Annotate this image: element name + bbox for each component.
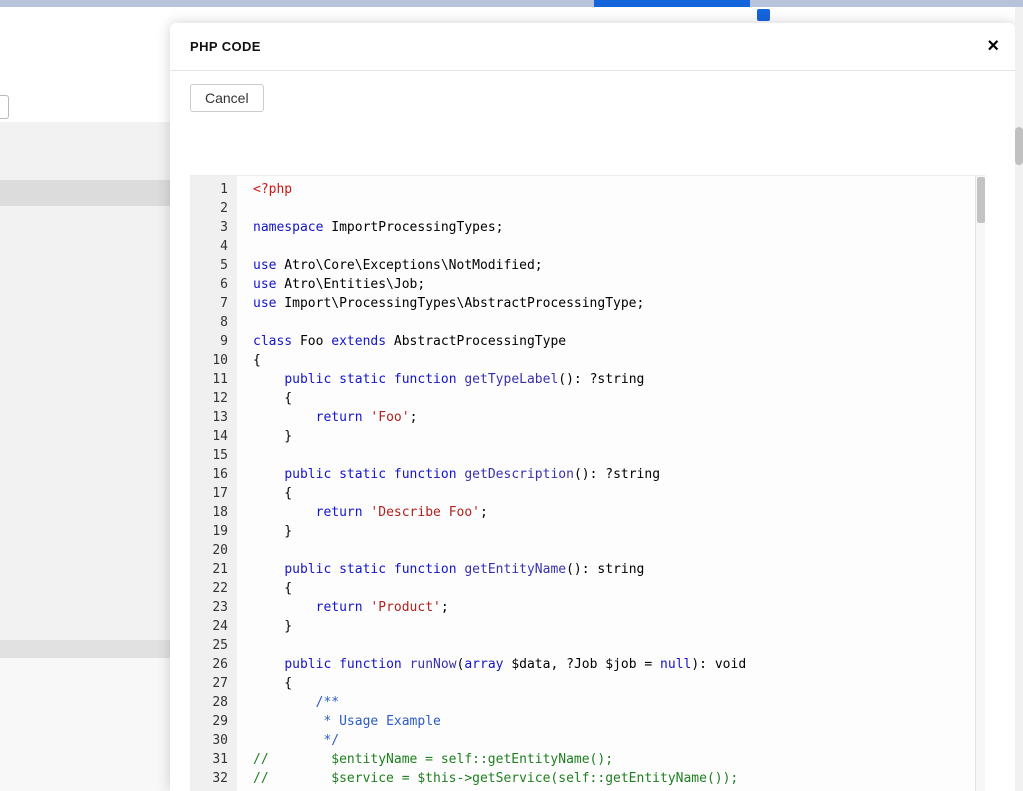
progress-track bbox=[0, 0, 1023, 7]
code-line: public static function getTypeLabel(): ?… bbox=[253, 370, 985, 389]
code-line bbox=[253, 199, 985, 218]
code-line: { bbox=[253, 579, 985, 598]
progress-fill bbox=[594, 0, 750, 7]
cancel-button[interactable]: Cancel bbox=[190, 84, 264, 112]
code-line bbox=[253, 313, 985, 332]
code-line: <?php bbox=[253, 180, 985, 199]
line-number: 27 bbox=[190, 674, 228, 693]
code-line: namespace ImportProcessingTypes; bbox=[253, 218, 985, 237]
code-line: use Atro\Core\Exceptions\NotModified; bbox=[253, 256, 985, 275]
code-line: /** bbox=[253, 693, 985, 712]
background-blue-element bbox=[757, 9, 770, 21]
line-number: 11 bbox=[190, 370, 228, 389]
line-number: 9 bbox=[190, 332, 228, 351]
line-number: 22 bbox=[190, 579, 228, 598]
line-number: 28 bbox=[190, 693, 228, 712]
code-line: return 'Foo'; bbox=[253, 408, 985, 427]
line-number: 12 bbox=[190, 389, 228, 408]
editor-scrollbar[interactable] bbox=[975, 176, 985, 791]
line-number: 13 bbox=[190, 408, 228, 427]
close-icon[interactable]: × bbox=[987, 34, 999, 58]
line-number: 10 bbox=[190, 351, 228, 370]
background-edge-box bbox=[0, 95, 9, 119]
code-line: class Foo extends AbstractProcessingType bbox=[253, 332, 985, 351]
line-number: 4 bbox=[190, 237, 228, 256]
line-number: 23 bbox=[190, 598, 228, 617]
code-line: // $entityName = self::getEntityName(); bbox=[253, 750, 985, 769]
code-line: return 'Describe Foo'; bbox=[253, 503, 985, 522]
line-number: 8 bbox=[190, 313, 228, 332]
line-number: 6 bbox=[190, 275, 228, 294]
code-line: { bbox=[253, 674, 985, 693]
code-line: public function runNow(array $data, ?Job… bbox=[253, 655, 985, 674]
line-number: 16 bbox=[190, 465, 228, 484]
line-number: 15 bbox=[190, 446, 228, 465]
browser-scrollbar-thumb[interactable] bbox=[1015, 127, 1023, 165]
code-line: return 'Product'; bbox=[253, 598, 985, 617]
code-line bbox=[253, 446, 985, 465]
line-number: 29 bbox=[190, 712, 228, 731]
code-line bbox=[253, 237, 985, 256]
code-line: public static function getDescription():… bbox=[253, 465, 985, 484]
code-editor[interactable]: 1234567891011121314151617181920212223242… bbox=[190, 175, 985, 791]
code-line: * Usage Example bbox=[253, 712, 985, 731]
background-page-area bbox=[0, 658, 170, 791]
modal-title: PHP CODE bbox=[190, 23, 995, 71]
line-number: 32 bbox=[190, 769, 228, 788]
code-line: use Import\ProcessingTypes\AbstractProce… bbox=[253, 294, 985, 313]
editor-scrollbar-thumb[interactable] bbox=[977, 177, 985, 223]
browser-scrollbar[interactable] bbox=[1015, 0, 1023, 791]
code-line: } bbox=[253, 427, 985, 446]
line-number: 26 bbox=[190, 655, 228, 674]
line-number: 20 bbox=[190, 541, 228, 560]
code-line bbox=[253, 541, 985, 560]
code-line: { bbox=[253, 351, 985, 370]
code-line: public static function getEntityName(): … bbox=[253, 560, 985, 579]
line-number: 5 bbox=[190, 256, 228, 275]
code-line: } bbox=[253, 617, 985, 636]
line-number: 17 bbox=[190, 484, 228, 503]
line-number: 25 bbox=[190, 636, 228, 655]
editor-gutter: 1234567891011121314151617181920212223242… bbox=[190, 176, 237, 791]
php-code-modal: PHP CODE × Cancel 1234567891011121314151… bbox=[170, 23, 1015, 791]
code-line: { bbox=[253, 389, 985, 408]
line-number: 21 bbox=[190, 560, 228, 579]
line-number: 30 bbox=[190, 731, 228, 750]
line-number: 18 bbox=[190, 503, 228, 522]
code-line: { bbox=[253, 484, 985, 503]
line-number: 2 bbox=[190, 199, 228, 218]
code-line: use Atro\Entities\Job; bbox=[253, 275, 985, 294]
line-number: 19 bbox=[190, 522, 228, 541]
line-number: 14 bbox=[190, 427, 228, 446]
code-line: } bbox=[253, 522, 985, 541]
line-number: 1 bbox=[190, 180, 228, 199]
code-line: */ bbox=[253, 731, 985, 750]
modal-header: PHP CODE × bbox=[170, 23, 1015, 71]
background-row-band bbox=[0, 180, 170, 206]
line-number: 24 bbox=[190, 617, 228, 636]
editor-content[interactable]: <?php namespace ImportProcessingTypes; use… bbox=[237, 176, 985, 791]
code-line: // $service = $this->getService(self::ge… bbox=[253, 769, 985, 788]
line-number: 3 bbox=[190, 218, 228, 237]
line-number: 31 bbox=[190, 750, 228, 769]
line-number: 7 bbox=[190, 294, 228, 313]
code-line bbox=[253, 636, 985, 655]
background-row-band bbox=[0, 640, 170, 658]
